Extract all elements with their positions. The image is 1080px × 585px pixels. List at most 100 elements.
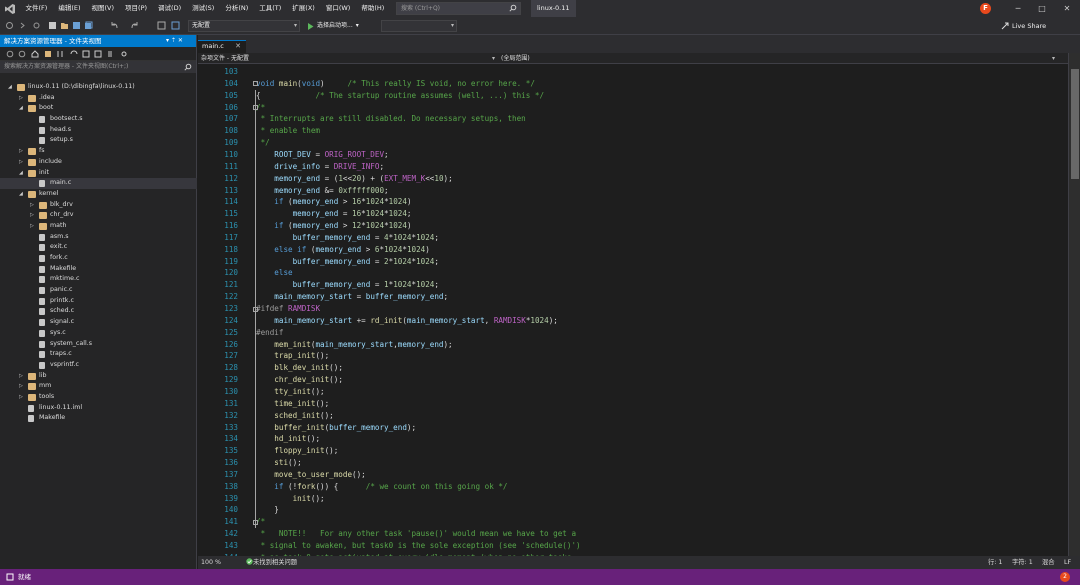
code-line[interactable]: chr_dev_init(); <box>256 374 343 386</box>
search-input[interactable]: 搜索 (Ctrl+Q) <box>396 2 521 15</box>
tree-folder[interactable]: ◢ boot <box>0 103 197 114</box>
tree-file[interactable]: sys.c <box>0 328 197 339</box>
code-line[interactable]: #endif <box>256 327 283 339</box>
tree-file[interactable]: Makefile <box>0 413 197 424</box>
code-line[interactable]: memory_end &= 0xfffff000; <box>256 185 388 197</box>
close-window-button[interactable]: ✕ <box>1055 0 1079 17</box>
window-icon[interactable] <box>171 21 180 30</box>
forward-icon[interactable] <box>18 21 27 30</box>
code-line[interactable]: hd_init(); <box>256 433 320 445</box>
refresh-icon[interactable] <box>32 21 41 30</box>
chevron-down-icon[interactable]: ◢ <box>8 82 12 93</box>
menu-item[interactable]: 窗口(W) <box>320 0 356 17</box>
tree-file[interactable]: setup.s <box>0 135 197 146</box>
chevron-right-icon[interactable]: ▷ <box>19 392 23 403</box>
tree-file[interactable]: linux-0.11.iml <box>0 403 197 414</box>
tree-folder[interactable]: ▷ math <box>0 221 197 232</box>
open-folder-icon[interactable] <box>60 21 69 30</box>
sync-icon[interactable] <box>70 50 78 58</box>
code-line[interactable]: */ <box>256 137 270 149</box>
tree-file[interactable]: fork.c <box>0 253 197 264</box>
tree-file[interactable]: asm.s <box>0 232 197 243</box>
code-line[interactable]: sched_init(); <box>256 410 333 422</box>
save-icon[interactable] <box>72 21 81 30</box>
tree-folder[interactable]: ◢ kernel <box>0 189 197 200</box>
forward-icon[interactable] <box>18 50 26 58</box>
menu-item[interactable]: 调试(D) <box>153 0 187 17</box>
code-line[interactable]: #ifdef RAMDISK <box>256 303 320 315</box>
collapse-all-icon[interactable] <box>82 50 90 58</box>
code-line[interactable]: blk_dev_init(); <box>256 362 343 374</box>
solution-search-input[interactable]: 搜索解决方案资源管理器 - 文件夹视图(Ctrl+;) <box>0 61 196 73</box>
chevron-right-icon[interactable]: ▷ <box>19 157 23 168</box>
scope-select[interactable]: (全局范围) ▾ <box>498 53 1058 64</box>
back-icon[interactable] <box>5 21 14 30</box>
line-ending[interactable]: LF <box>1064 556 1071 569</box>
save-all-icon[interactable] <box>84 21 93 30</box>
live-share-button[interactable]: Live Share <box>1001 20 1046 32</box>
chevron-right-icon[interactable]: ▷ <box>30 210 34 221</box>
code-line[interactable]: void main(void) /* This really IS void, … <box>256 78 535 90</box>
switch-views-icon[interactable] <box>44 50 52 58</box>
code-line[interactable]: * Interrupts are still disabled. Do nece… <box>256 113 526 125</box>
visual-studio-logo-icon[interactable] <box>0 0 20 17</box>
close-tab-icon[interactable]: ✕ <box>235 41 241 52</box>
tree-file[interactable]: vsprintf.c <box>0 360 197 371</box>
pending-changes-icon[interactable] <box>56 50 64 58</box>
panel-controls[interactable]: ▾ ⇡ ✕ <box>166 35 183 47</box>
menu-item[interactable]: 视图(V) <box>86 0 120 17</box>
tab-mode[interactable]: 混合 <box>1042 556 1055 569</box>
chevron-right-icon[interactable]: ▷ <box>19 93 23 104</box>
code-line[interactable]: * enable them <box>256 125 320 137</box>
show-all-files-icon[interactable] <box>94 50 102 58</box>
tree-folder[interactable]: ▷ include <box>0 157 197 168</box>
menu-item[interactable]: 分析(N) <box>220 0 254 17</box>
solution-icon[interactable] <box>157 21 166 30</box>
chevron-down-icon[interactable]: ◢ <box>19 168 23 179</box>
tree-file[interactable]: Makefile <box>0 264 197 275</box>
tree-folder[interactable]: ◢ linux-0.11 (D:\dibingfa\linux-0.11) <box>0 82 197 93</box>
tree-folder[interactable]: ▷ mm <box>0 381 197 392</box>
code-line[interactable]: main_memory_start += rd_init(main_memory… <box>256 315 558 327</box>
notifications-badge[interactable]: 2 <box>1060 572 1070 582</box>
code-line[interactable]: memory_end = 16*1024*1024; <box>256 208 412 220</box>
chevron-right-icon[interactable]: ▷ <box>19 146 23 157</box>
tree-file[interactable]: main.c <box>0 178 197 189</box>
code-line[interactable]: ROOT_DEV = ORIG_ROOT_DEV; <box>256 149 388 161</box>
redo-icon[interactable] <box>130 21 139 30</box>
chevron-right-icon[interactable]: ▷ <box>30 200 34 211</box>
code-line[interactable]: { /* The startup routine assumes (well, … <box>256 90 544 102</box>
tree-file[interactable]: signal.c <box>0 317 197 328</box>
tree-file[interactable]: traps.c <box>0 349 197 360</box>
code-line[interactable]: trap_init(); <box>256 350 329 362</box>
code-line[interactable]: * NOTE!! For any other task 'pause()' wo… <box>256 528 576 540</box>
code-line[interactable]: buffer_memory_end = 4*1024*1024; <box>256 232 439 244</box>
tree-file[interactable]: panic.c <box>0 285 197 296</box>
chevron-down-icon[interactable]: ◢ <box>19 103 23 114</box>
tab-main-c[interactable]: main.c ✕ <box>198 40 246 53</box>
tree-folder[interactable]: ▷ fs <box>0 146 197 157</box>
tree-file[interactable]: bootsect.s <box>0 114 197 125</box>
menu-item[interactable]: 扩展(X) <box>287 0 321 17</box>
code-line[interactable]: buffer_memory_end = 1*1024*1024; <box>256 279 439 291</box>
minimize-button[interactable]: ─ <box>1006 0 1030 17</box>
code-line[interactable]: else if (memory_end > 6*1024*1024) <box>256 244 430 256</box>
chevron-down-icon[interactable]: ◢ <box>19 189 23 200</box>
tree-file[interactable]: printk.c <box>0 296 197 307</box>
tree-folder[interactable]: ▷ lib <box>0 371 197 382</box>
vertical-scrollbar[interactable] <box>1068 53 1080 556</box>
code-line[interactable]: memory_end = (1<<20) + (EXT_MEM_K<<10); <box>256 173 452 185</box>
tree-folder[interactable]: ▷ chr_drv <box>0 210 197 221</box>
properties-icon[interactable] <box>106 50 114 58</box>
menu-item[interactable]: 帮助(H) <box>356 0 390 17</box>
code-line[interactable]: if (!fork()) { /* we count on this going… <box>256 481 507 493</box>
issues-indicator[interactable]: 未找到相关问题 <box>246 556 297 569</box>
code-line[interactable]: drive_info = DRIVE_INFO; <box>256 161 384 173</box>
code-line[interactable]: init(); <box>256 493 325 505</box>
scrollbar-thumb[interactable] <box>1071 69 1079 179</box>
code-line[interactable]: buffer_memory_end = 2*1024*1024; <box>256 256 439 268</box>
menu-item[interactable]: 项目(P) <box>120 0 153 17</box>
settings-icon[interactable] <box>120 50 128 58</box>
new-project-icon[interactable] <box>48 21 57 30</box>
project-scope-select[interactable]: 杂项文件 - 无配置 ▾ <box>198 53 498 64</box>
